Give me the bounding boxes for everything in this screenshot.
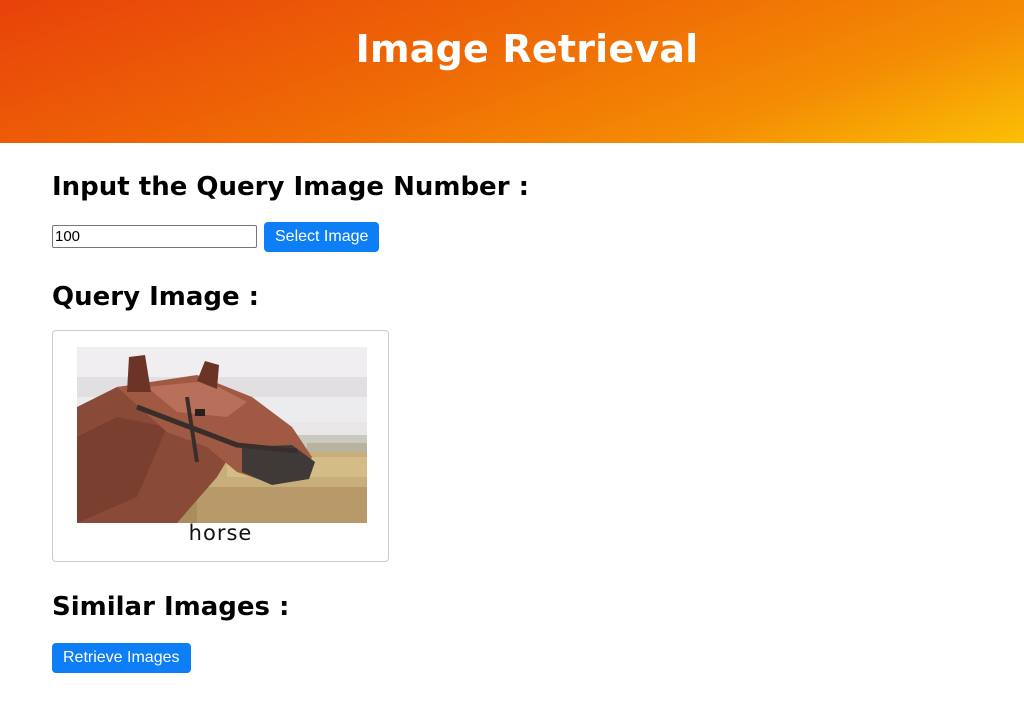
query-image-card: horse [52,330,389,562]
select-image-button[interactable]: Select Image [264,222,380,252]
query-number-input[interactable] [52,225,257,248]
page-title: Image Retrieval [355,27,699,71]
retrieve-images-button[interactable]: Retrieve Images [52,643,191,673]
query-number-heading: Input the Query Image Number : [52,172,529,202]
similar-images-heading: Similar Images : [52,592,290,622]
page-header: Image Retrieval [0,0,1024,143]
query-image-heading: Query Image : [52,282,260,312]
query-image-caption: horse [188,521,253,545]
horse-image [77,347,367,523]
